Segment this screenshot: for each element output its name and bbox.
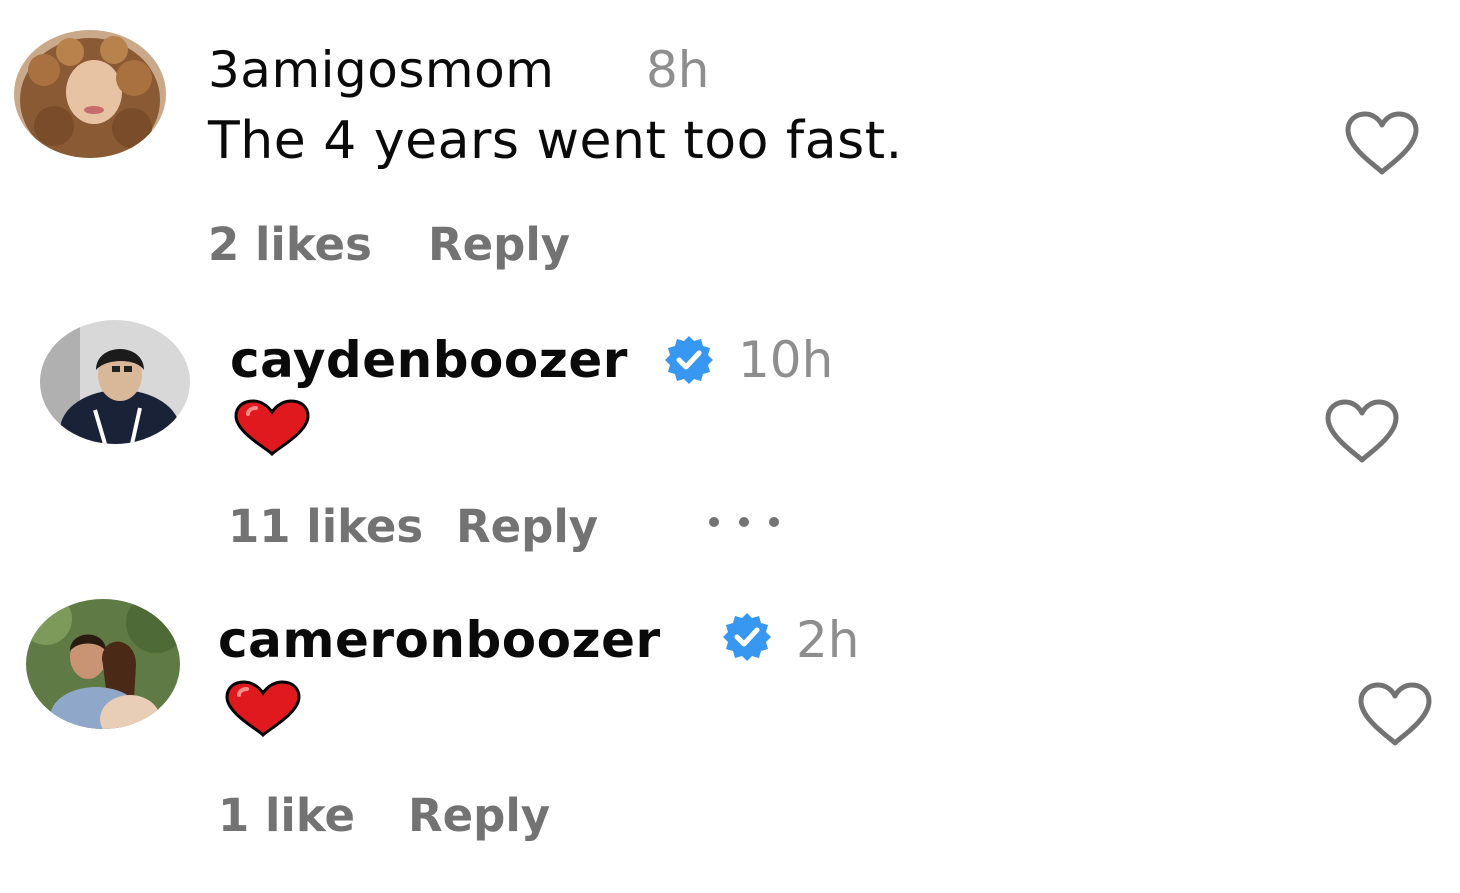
verified-badge-icon [720,610,774,664]
heart-outline-icon [1325,399,1399,463]
red-heart-emoji-icon [232,398,312,458]
comment-timestamp: 10h [738,331,834,389]
heart-outline-icon [1358,682,1432,746]
comment-timestamp: 2h [796,611,860,669]
comment-text: The 4 years went too fast. [208,111,903,171]
profile-photo-curly-hair-icon [14,30,166,158]
likes-count-button[interactable]: 2 likes [208,222,372,267]
reply-button[interactable]: Reply [456,504,598,549]
profile-photo-couple-icon [26,599,180,729]
verified-badge-icon [662,333,716,387]
red-heart-emoji-icon [223,679,303,739]
avatar[interactable] [14,30,166,158]
likes-count-button[interactable]: 11 likes [228,504,423,549]
avatar[interactable] [26,599,180,729]
comment-item: caydenboozer 10h 11 likes Reply [0,300,1460,585]
comment-username[interactable]: 3amigosmom [208,45,554,95]
reply-button[interactable]: Reply [408,793,550,838]
comment-item: 3amigosmom 8h The 4 years went too fast.… [0,0,1460,300]
likes-count-button[interactable]: 1 like [218,793,355,838]
comment-item: cameronboozer 2h 1 like Reply [0,585,1460,893]
comment-username[interactable]: caydenboozer [230,335,628,385]
avatar[interactable] [40,320,190,444]
heart-outline-icon [1345,111,1419,175]
like-button[interactable] [1342,108,1422,178]
comment-timestamp: 8h [646,41,710,99]
reply-button[interactable]: Reply [428,222,570,267]
like-button[interactable] [1322,396,1402,466]
like-button[interactable] [1355,679,1435,749]
more-options-icon[interactable] [704,512,784,532]
comment-username[interactable]: cameronboozer [218,615,661,665]
profile-photo-dark-hair-icon [40,320,190,444]
